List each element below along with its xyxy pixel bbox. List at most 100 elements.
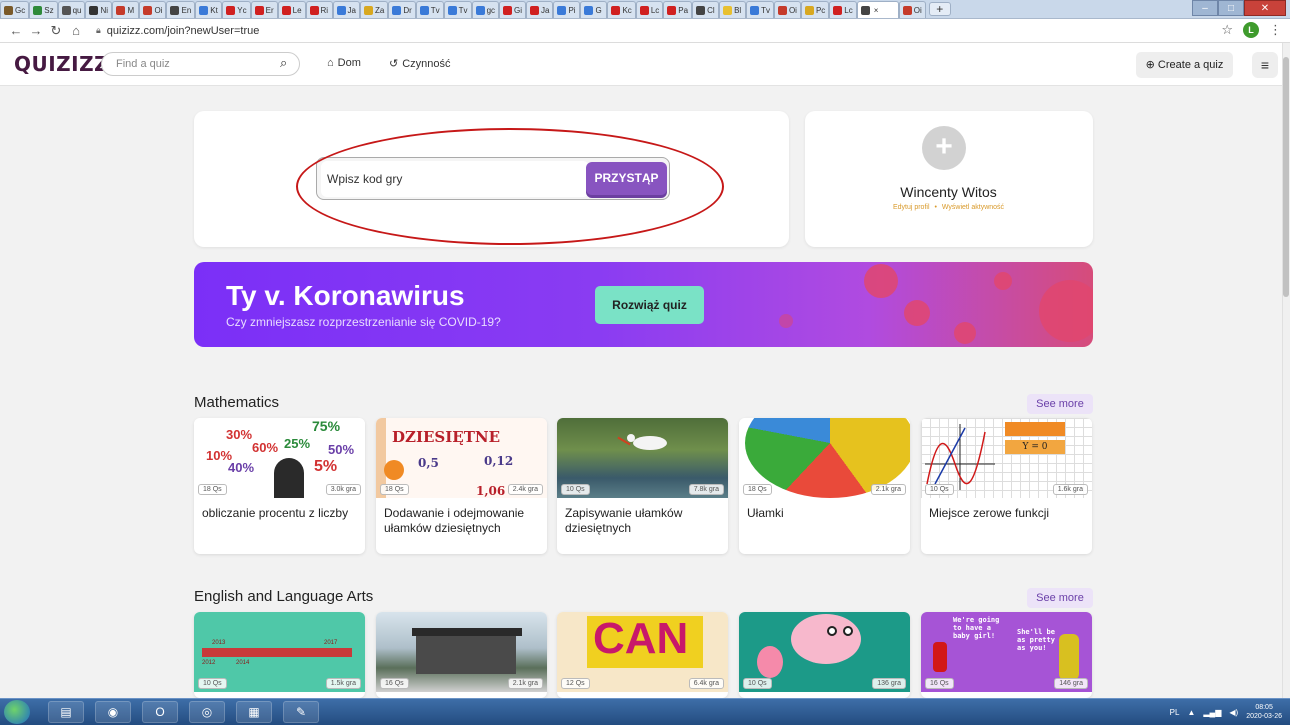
file-explorer-icon[interactable]: ▤ [48,701,84,723]
browser-tab[interactable]: Za [359,1,389,18]
tab-favicon-icon [4,5,13,15]
quiz-card[interactable]: 10 Qs 136 gra [739,612,910,698]
browser-tab[interactable]: gc [471,1,500,18]
browser-tab[interactable]: Pa [663,1,693,18]
page-scrollbar[interactable] [1282,43,1290,698]
browser-tab[interactable]: Dr [388,1,416,18]
clock[interactable]: 08:05 2020-03-26 [1246,703,1282,721]
browser-tab[interactable]: Yc [222,1,251,18]
back-icon[interactable]: ← [6,23,26,38]
browser-tab[interactable]: Er [250,1,278,18]
tab-label: Lc [844,5,853,15]
close-window-button[interactable]: ✕ [1244,0,1286,16]
nav-activity[interactable]: ↺ Czynność [389,57,451,71]
quiz-card[interactable]: We're going to have a baby girl! She'll … [921,612,1092,698]
question-count: 12 Qs [561,678,590,689]
browser-tab[interactable]: Oi [773,1,801,18]
reload-icon[interactable]: ↻ [46,23,66,39]
bookmark-star-icon[interactable]: ☆ [1221,22,1233,38]
browser-menu-icon[interactable]: ⋮ [1269,22,1282,38]
browser-tab[interactable]: En [166,1,196,18]
url-field[interactable]: quizizz.com/join?newUser=true [107,25,260,37]
browser-tab[interactable]: Oi [139,1,167,18]
search-input[interactable]: Find a quiz [101,52,300,76]
quiz-card[interactable]: 75% 30% 60% 25% 50% 10% 40% 5% 18 Qs 3.0… [194,418,365,554]
scrollbar-thumb[interactable] [1283,57,1289,297]
browser-tab[interactable]: Gi [499,1,527,18]
close-tab-icon[interactable]: × [874,6,879,15]
browser-tab[interactable]: × [856,1,899,18]
browser-tab[interactable]: Pi [553,1,581,18]
volume-icon[interactable]: ◀) [1229,708,1238,717]
tab-label: Gc [15,5,26,15]
quiz-title: Zapisywanie ułamków dziesiętnych [565,506,683,535]
question-count: 18 Qs [380,484,409,495]
quizizz-logo[interactable]: QUIZIZZ [14,52,109,76]
browser-tab[interactable]: Ni [85,1,113,18]
document-icon[interactable]: ▦ [236,701,272,723]
browser-tab[interactable]: Kc [607,1,636,18]
steam-icon[interactable]: ◎ [189,701,225,723]
peppa-image [757,646,783,678]
profile-avatar[interactable]: L [1243,22,1259,38]
section-title-english: English and Language Arts [194,588,374,605]
plus-circle-icon: ⊕ [1145,59,1155,71]
browser-tab[interactable]: Pc [800,1,830,18]
browser-tab[interactable]: Lc [635,1,664,18]
language-indicator[interactable]: PL [1170,708,1180,717]
forward-icon[interactable]: → [26,23,46,38]
tray-up-arrow-icon[interactable]: ▲ [1187,708,1195,717]
tab-label: Oi [154,5,163,15]
home-icon[interactable]: ⌂ [66,23,86,38]
browser-tab[interactable]: Ri [305,1,333,18]
opera-icon[interactable]: O [142,701,178,723]
tab-label: En [181,5,192,15]
edit-profile-link[interactable]: Edytuj profil [893,204,930,211]
browser-tab[interactable]: Le [277,1,306,18]
see-more-mathematics-button[interactable]: See more [1027,394,1093,414]
see-more-english-button[interactable]: See more [1027,588,1093,608]
browser-tab[interactable]: Sz [29,1,58,18]
new-tab-button[interactable]: + [928,2,951,16]
browser-tab[interactable]: Lc [829,1,857,18]
lock-icon[interactable]: 🔒︎ [96,25,101,36]
maximize-button[interactable]: □ [1218,0,1244,16]
solve-quiz-button[interactable]: Rozwiąż quiz [595,286,704,324]
add-avatar-icon[interactable]: + [922,126,966,170]
quiz-thumbnail: We're going to have a baby girl! She'll … [921,612,1092,692]
search-icon[interactable]: ⌕ [280,55,287,71]
browser-tab[interactable]: M [112,1,140,18]
browser-tab[interactable]: Tv [443,1,472,18]
start-button[interactable] [4,700,30,724]
chrome-icon[interactable]: ◉ [95,701,131,723]
browser-tab[interactable]: G [580,1,608,18]
network-icon[interactable]: ▂▄▆ [1203,708,1221,717]
browser-tab[interactable]: qu [57,1,86,18]
quiz-card[interactable]: 16 Qs 2.1k gra [376,612,547,698]
browser-tab[interactable]: Tv [746,1,774,18]
paint-icon[interactable]: ✎ [283,701,319,723]
browser-tab[interactable]: Gc [0,1,30,18]
browser-tab[interactable]: Ja [332,1,360,18]
red-annotation-ellipse [296,128,724,245]
browser-tab[interactable]: Kt [195,1,223,18]
view-activity-link[interactable]: Wyświetl aktywność [942,204,1004,211]
nav-home[interactable]: ⌂ Dom [327,57,361,69]
quiz-card[interactable]: DZIESIĘTNE 0,5 0,12 1,06 18 Qs 2.4k gra … [376,418,547,554]
browser-tab[interactable]: Cl [692,1,720,18]
quiz-card[interactable]: 18 Qs 2.1k gra Ułamki [739,418,910,554]
minimize-button[interactable]: – [1192,0,1218,16]
quiz-card[interactable]: Y = 0 10 Qs 1.6k gra Miejsce zerowe funk… [921,418,1092,554]
quiz-card[interactable]: 2013 2012 2014 2017 10 Qs 1.5k gra [194,612,365,698]
browser-tab[interactable]: Bl [719,1,747,18]
browser-tab[interactable]: Tv [415,1,444,18]
banner-subtitle: Czy zmniejszasz rozprzestrzenianie się C… [226,315,501,329]
create-quiz-button[interactable]: ⊕ Create a quiz [1136,52,1233,78]
browser-tab[interactable]: Ja [526,1,554,18]
tab-favicon-icon [696,5,706,15]
quiz-card[interactable]: 10 Qs 7.8k gra Zapisywanie ułamków dzies… [557,418,728,554]
hamburger-menu-icon[interactable]: ≡ [1252,52,1278,78]
browser-tab[interactable]: Oi [898,1,926,18]
quiz-card[interactable]: CAN 12 Qs 6.4k gra [557,612,728,698]
tab-label: Tv [430,5,440,15]
